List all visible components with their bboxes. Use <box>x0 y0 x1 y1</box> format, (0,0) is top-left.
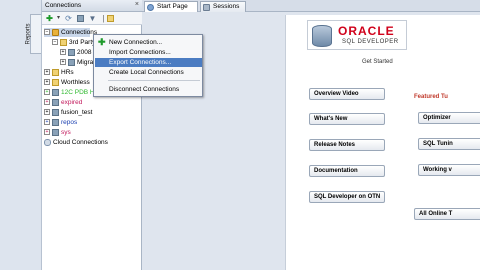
tree-row-hrs[interactable]: + HRs <box>44 68 74 77</box>
overview-video-button[interactable]: Overview Video <box>309 88 385 100</box>
get-started-heading: Get Started <box>362 59 393 65</box>
menu-item-export-connections[interactable]: Export Connections... <box>95 58 202 67</box>
tab-sessions[interactable]: Sessions <box>200 1 246 12</box>
connections-header: Connections × <box>42 0 142 12</box>
tree-row-repos[interactable]: + repos <box>44 118 77 127</box>
filter-icon[interactable]: ▼ <box>88 14 97 23</box>
editor-tab-bar: Start Page Sessions <box>142 0 480 12</box>
start-page-icon <box>147 4 154 11</box>
optimizer-button[interactable]: Optimizer <box>418 112 480 124</box>
context-menu: ✚ New Connection... Import Connections..… <box>93 34 203 97</box>
refresh-icon[interactable]: ⟳ <box>64 14 73 23</box>
tree-row-cloud-connections[interactable]: Cloud Connections <box>44 138 108 147</box>
add-icon: ✚ <box>98 37 106 47</box>
add-connection-icon[interactable]: ✚ <box>45 14 54 23</box>
documentation-button[interactable]: Documentation <box>309 165 385 177</box>
tree-row-worthless[interactable]: + Worthless <box>44 78 90 87</box>
sql-developer-on-otn-button[interactable]: SQL Developer on OTN <box>309 191 385 203</box>
menu-separator <box>108 80 200 81</box>
menu-item-create-local-connections[interactable]: Create Local Connections <box>95 68 202 77</box>
tree-row-fusion-test[interactable]: + fusion_test <box>44 108 92 117</box>
database-icon <box>312 25 332 47</box>
connections-toolbar: ✚ ▾ ⟳ ▼ | <box>42 12 142 25</box>
tree-row-12c-pdb[interactable]: +12C PDB H <box>44 88 95 97</box>
whats-new-button[interactable]: What's New <box>309 113 385 125</box>
connections-title: Connections <box>45 2 82 9</box>
all-online-tutorials-button[interactable]: All Online T <box>414 208 480 220</box>
menu-item-disconnect-connections[interactable]: Disconnect Connections <box>95 85 202 94</box>
sessions-icon <box>203 4 210 11</box>
reports-tab-label: Reports <box>25 23 32 45</box>
menu-item-import-connections[interactable]: Import Connections... <box>95 48 202 57</box>
oracle-logo: ORACLE SQL DEVELOPER <box>307 20 407 50</box>
dropdown-arrow-icon[interactable]: ▾ <box>55 14 62 23</box>
tree-row-3rd-party[interactable]: −3rd Party <box>52 38 95 47</box>
close-icon[interactable]: × <box>135 1 139 8</box>
featured-title: Featured Tu <box>414 94 448 100</box>
reports-tab[interactable]: Reports <box>26 14 41 54</box>
working-button[interactable]: Working v <box>418 164 480 176</box>
tab-start-page[interactable]: Start Page <box>144 1 198 12</box>
folder-icon[interactable] <box>106 14 115 23</box>
tree-row-migrat[interactable]: + Migrat <box>60 58 95 67</box>
tree-row-sys[interactable]: + sys <box>44 128 71 137</box>
menu-item-new-connection[interactable]: ✚ New Connection... <box>95 38 202 47</box>
tree-row-expired[interactable]: + expired <box>44 98 82 107</box>
tree-row-2008[interactable]: +2008 <box>60 48 91 57</box>
tree-row-connections[interactable]: − Connections <box>44 28 97 37</box>
sql-tuning-button[interactable]: SQL Tunin <box>418 138 480 150</box>
release-notes-button[interactable]: Release Notes <box>309 139 385 151</box>
schema-browser-icon[interactable] <box>76 14 85 23</box>
